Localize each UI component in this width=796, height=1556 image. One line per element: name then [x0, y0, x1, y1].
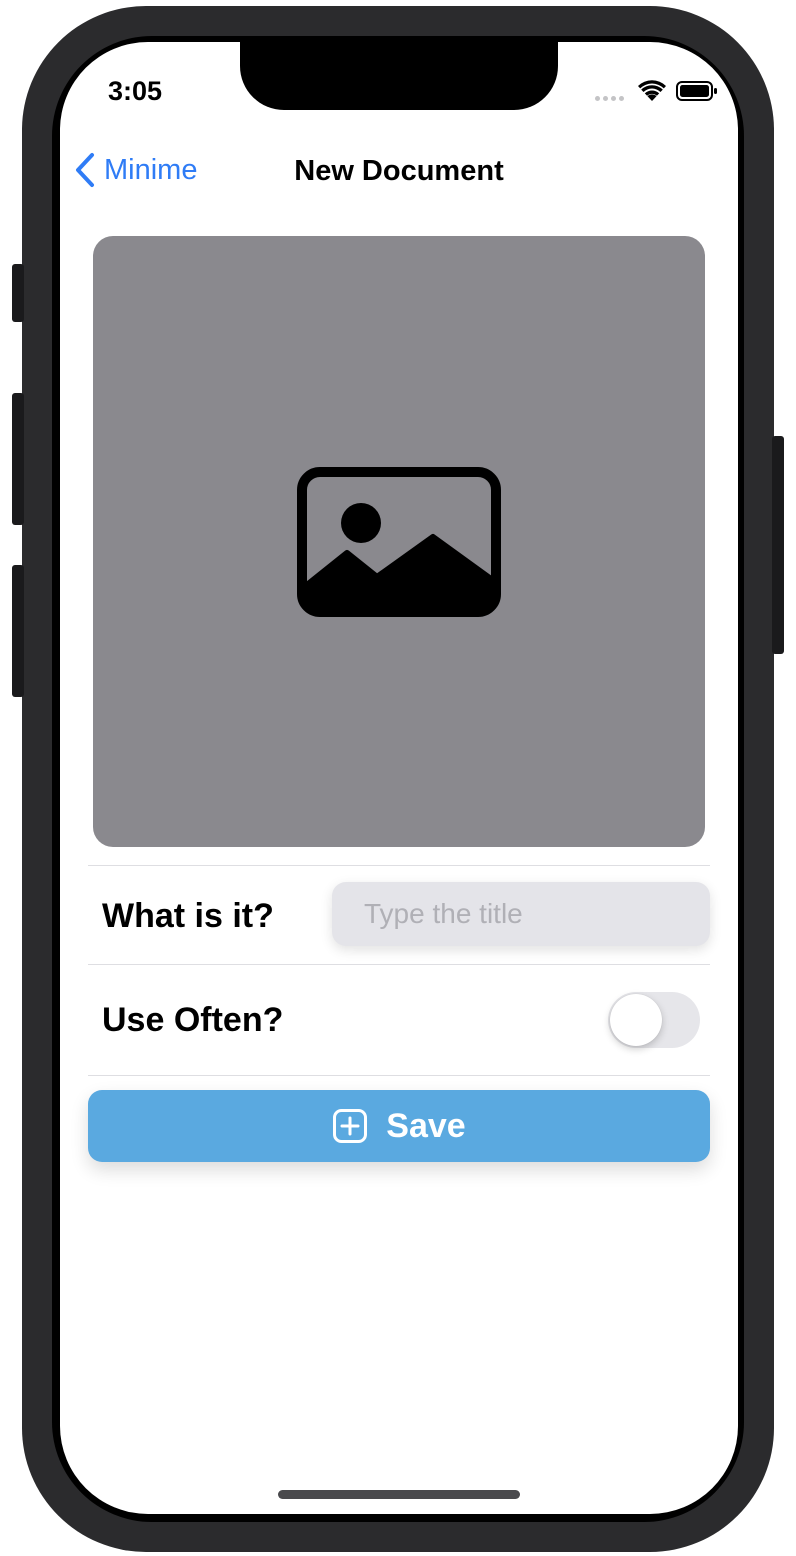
notch	[240, 42, 558, 110]
status-time: 3:05	[108, 76, 163, 106]
power-button	[772, 436, 784, 654]
screen: 3:05 Minime New Document What is it? Typ…	[60, 42, 738, 1514]
volume-down-button	[12, 565, 24, 697]
use-often-label: Use Often?	[102, 1001, 284, 1039]
save-button[interactable]: Save	[88, 1090, 710, 1162]
use-often-toggle[interactable]	[608, 992, 700, 1048]
divider	[88, 964, 710, 965]
silent-switch	[12, 264, 24, 322]
volume-up-button	[12, 393, 24, 525]
photo-icon	[297, 466, 501, 617]
page-title: New Document	[294, 155, 504, 187]
divider	[88, 1075, 710, 1076]
status-icons	[595, 80, 718, 102]
home-indicator[interactable]	[278, 1490, 520, 1499]
divider	[88, 865, 710, 866]
title-label: What is it?	[102, 897, 274, 935]
plus-square-icon	[333, 1109, 368, 1143]
battery-icon	[676, 81, 717, 101]
cellular-dots-icon	[595, 82, 624, 101]
save-button-label: Save	[386, 1106, 466, 1145]
image-picker[interactable]	[93, 236, 705, 847]
title-input[interactable]	[332, 882, 710, 946]
toggle-knob	[610, 994, 662, 1046]
wifi-icon	[638, 80, 666, 101]
